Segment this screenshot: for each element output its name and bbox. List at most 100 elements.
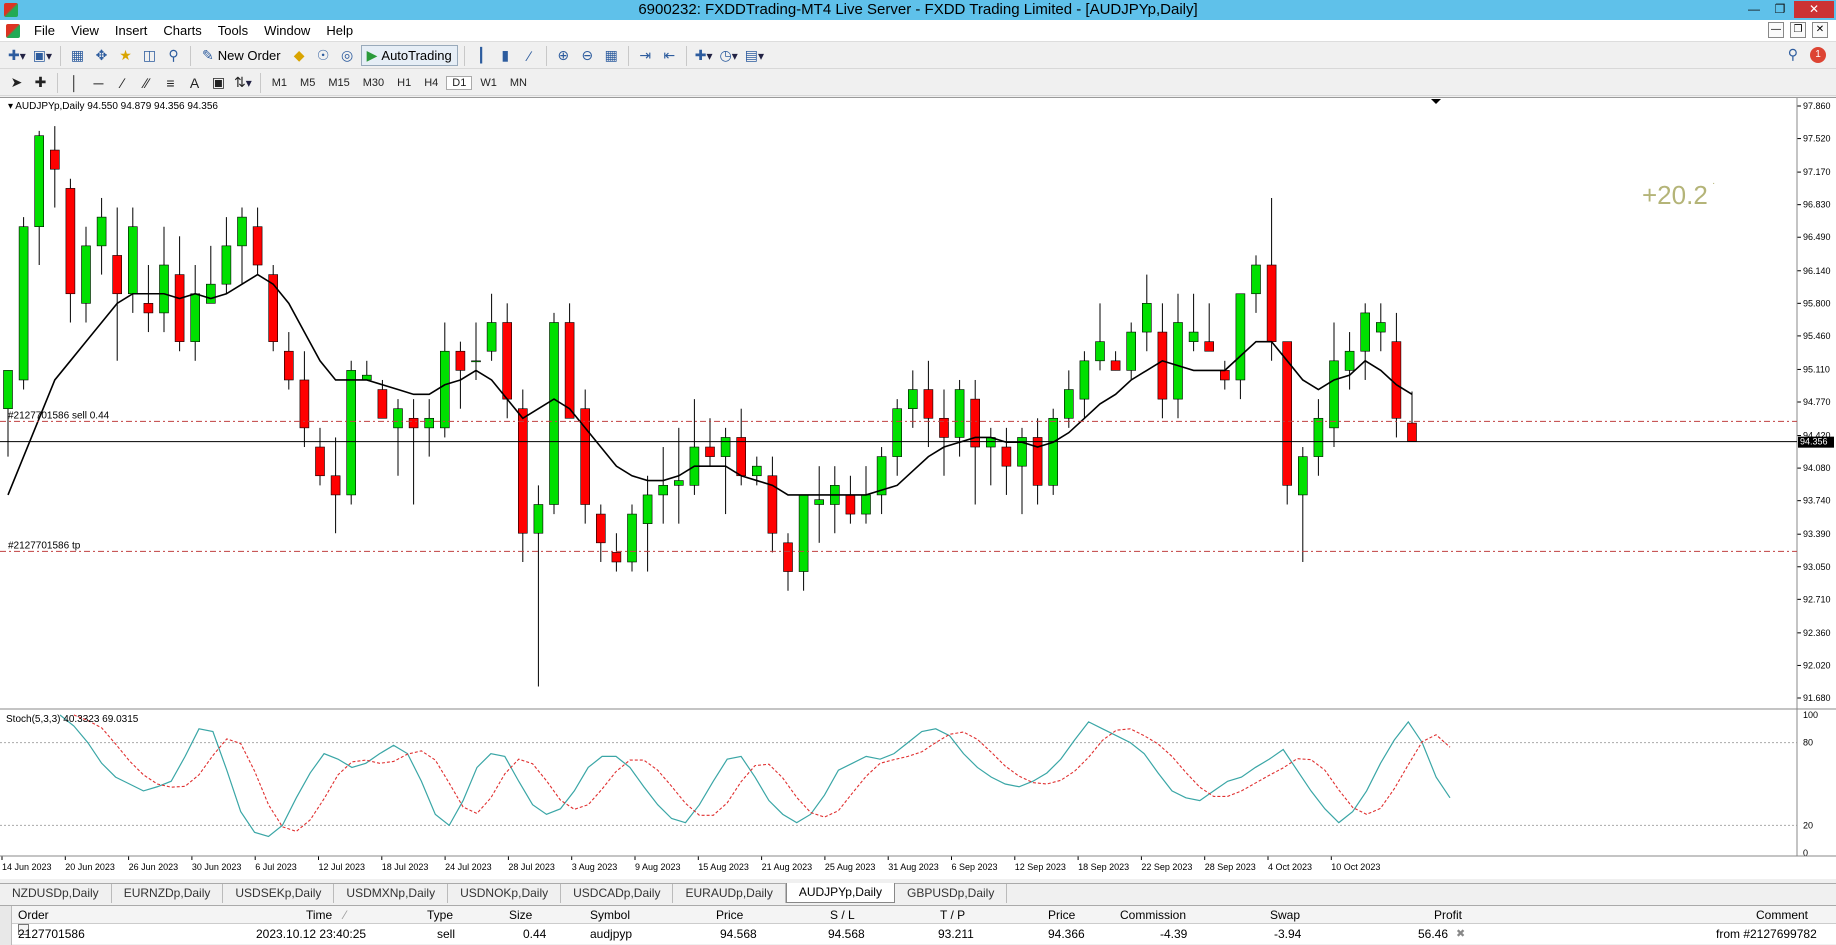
bear-candle — [112, 255, 122, 295]
menu-insert[interactable]: Insert — [107, 20, 156, 42]
chart-close-icon[interactable]: ✕ — [1812, 22, 1828, 38]
tab-nzdusdp[interactable]: NZDUSDp,Daily — [0, 884, 112, 903]
bull-candle — [221, 245, 232, 285]
timeframe-m1[interactable]: M1 — [267, 77, 292, 89]
timeframe-m30[interactable]: M30 — [358, 77, 389, 89]
chart-restore-icon[interactable]: ❐ — [1790, 22, 1806, 38]
market-watch-icon[interactable]: ▦ — [67, 45, 88, 66]
profit-overlay: +20.2 — [1642, 180, 1708, 210]
timeframe-w1[interactable]: W1 — [475, 77, 502, 89]
new-chart-icon[interactable]: ✚ ▾ — [6, 45, 28, 66]
navigator-icon[interactable]: ★ — [115, 45, 136, 66]
profiles-icon[interactable]: ▣ ▾ — [31, 45, 54, 66]
tab-usdnokp[interactable]: USDNOKp,Daily — [448, 884, 562, 903]
cursor-icon[interactable]: ➤ — [6, 72, 27, 93]
timeframe-mn[interactable]: MN — [505, 77, 532, 89]
col-type[interactable]: Type — [427, 906, 453, 924]
notification-badge[interactable]: 1 — [1810, 46, 1826, 63]
chart-minimize-icon[interactable]: — — [1768, 22, 1784, 38]
tab-usdsekp[interactable]: USDSEKp,Daily — [223, 884, 335, 903]
indicators-icon[interactable]: ✚ ▾ — [693, 45, 715, 66]
bull-candle — [1142, 303, 1152, 333]
sell-order-label: #2127701586 sell 0.44 — [8, 410, 110, 421]
date-axis-label: 21 Aug 2023 — [762, 862, 813, 872]
autotrading-button[interactable]: ▶ AutoTrading — [360, 45, 458, 66]
chart-window[interactable]: 100 80 20 0 97.860 97.520 97.170 96.830 96.490 9… — [0, 97, 1836, 879]
bull-candle — [96, 216, 107, 247]
close-icon[interactable]: ✕ — [1794, 1, 1834, 18]
terminal-side-handle[interactable] — [0, 906, 12, 945]
col-time[interactable]: Time — [306, 906, 332, 924]
strategy-tester-icon[interactable]: ⚲ — [163, 45, 184, 66]
trade-row[interactable]: 2127701586 2023.10.12 23:40:25 sell 0.44… — [12, 924, 1836, 943]
fibonacci-icon[interactable]: ≡ — [160, 72, 181, 93]
community-icon[interactable]: ☉ — [313, 45, 334, 66]
timeframe-d1[interactable]: D1 — [446, 75, 473, 90]
menu-file[interactable]: File — [26, 20, 63, 42]
candlestick-icon[interactable]: ▮ — [495, 45, 516, 66]
vertical-line-icon[interactable]: │ — [64, 72, 85, 93]
price-axis-label: 92.020 — [1803, 660, 1831, 670]
horizontal-line-icon[interactable]: ─ — [88, 72, 109, 93]
menu-tools[interactable]: Tools — [210, 20, 256, 42]
zoom-in-icon[interactable]: ⊕ — [553, 45, 574, 66]
tab-usdcadp[interactable]: USDCADp,Daily — [561, 884, 674, 903]
signals-icon[interactable]: ◎ — [337, 45, 358, 66]
date-axis-label: 20 Jun 2023 — [65, 862, 115, 872]
tab-euraudp[interactable]: EURAUDp,Daily — [673, 884, 786, 903]
line-chart-icon[interactable]: ∕ — [519, 45, 540, 66]
menu-view[interactable]: View — [63, 20, 107, 42]
date-axis-label: 12 Sep 2023 — [1015, 862, 1066, 872]
chart-shift-icon[interactable]: ⇤ — [659, 45, 680, 66]
zoom-out-icon[interactable]: ⊖ — [577, 45, 598, 66]
col-sl[interactable]: S / L — [830, 906, 855, 924]
data-window-icon[interactable]: ✥ — [91, 45, 112, 66]
col-commission[interactable]: Commission — [1120, 906, 1186, 924]
col-order[interactable]: Order — [18, 906, 49, 924]
tab-gbpusdp[interactable]: GBPUSDp,Daily — [895, 884, 1008, 903]
metaeditor-icon[interactable]: ◆ — [289, 45, 310, 66]
close-order-icon[interactable]: ✖ — [1456, 925, 1465, 943]
profit-cell: 56.46 — [1418, 927, 1449, 941]
price-chart[interactable]: 10080200 97.86097.52097.17096.83096.4909… — [0, 98, 1836, 880]
arrows-icon[interactable]: ⇅ ▾ — [232, 72, 254, 93]
menu-window[interactable]: Window — [256, 20, 318, 42]
bar-chart-icon[interactable]: ┃ — [471, 45, 492, 66]
auto-scroll-icon[interactable]: ⇥ — [635, 45, 656, 66]
tab-usdmxnp[interactable]: USDMXNp,Daily — [334, 884, 449, 903]
menu-help[interactable]: Help — [318, 20, 361, 42]
periods-icon[interactable]: ◷ ▾ — [718, 45, 740, 66]
crosshair-icon[interactable]: ✚ — [30, 72, 51, 93]
terminal-icon[interactable]: ◫ — [139, 45, 160, 66]
bull-candle — [892, 408, 903, 457]
tp-cell: 93.211 — [938, 927, 974, 941]
templates-icon[interactable]: ▤ ▾ — [743, 45, 766, 66]
chart-shift-marker[interactable] — [1431, 99, 1441, 104]
col-comment[interactable]: Comment — [1756, 906, 1808, 924]
col-price[interactable]: Price — [716, 906, 743, 924]
trendline-icon[interactable]: ∕ — [112, 72, 133, 93]
order-number: 2127701586 — [18, 927, 85, 941]
minimize-icon[interactable]: — — [1742, 1, 1766, 18]
restore-icon[interactable]: ❐ — [1768, 1, 1792, 18]
timeframe-m15[interactable]: M15 — [323, 77, 354, 89]
timeframe-h1[interactable]: H1 — [392, 77, 416, 89]
col-symbol[interactable]: Symbol — [590, 906, 630, 924]
timeframe-m5[interactable]: M5 — [295, 77, 320, 89]
new-order-button[interactable]: ✎ New Order — [197, 45, 286, 66]
tab-audjpyp[interactable]: AUDJPYp,Daily — [785, 883, 895, 903]
search-icon[interactable]: ⚲ — [1788, 46, 1798, 63]
col-profit[interactable]: Profit — [1434, 906, 1462, 924]
price-axis-label: 95.110 — [1803, 364, 1830, 374]
timeframe-h4[interactable]: H4 — [419, 77, 443, 89]
tab-eurnzdp[interactable]: EURNZDp,Daily — [112, 884, 224, 903]
text-label-icon[interactable]: ▣ — [208, 72, 229, 93]
menu-charts[interactable]: Charts — [155, 20, 209, 42]
tile-windows-icon[interactable]: ▦ — [601, 45, 622, 66]
text-icon[interactable]: A — [184, 72, 205, 93]
col-price-current[interactable]: Price — [1048, 906, 1075, 924]
col-swap[interactable]: Swap — [1270, 906, 1300, 924]
equidistant-channel-icon[interactable]: ∕∕ — [136, 72, 157, 93]
col-tp[interactable]: T / P — [940, 906, 965, 924]
col-size[interactable]: Size — [509, 906, 532, 924]
